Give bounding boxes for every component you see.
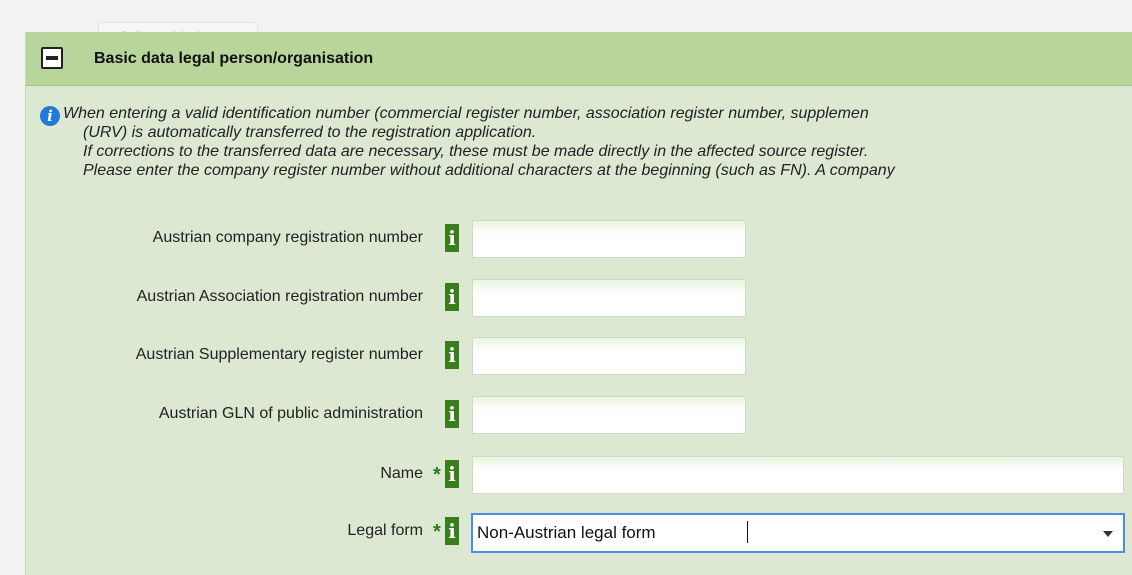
- legal-form-label: Legal form: [347, 522, 423, 539]
- row-supplementary-register: Austrian Supplementary register number i: [26, 337, 1132, 375]
- notice-line-2: (URV) is automatically transferred to th…: [83, 124, 537, 141]
- info-icon[interactable]: i: [445, 400, 459, 428]
- supplementary-register-input[interactable]: [472, 337, 746, 375]
- notice-line-4: Please enter the company register number…: [83, 162, 895, 179]
- company-registration-label: Austrian company registration number: [152, 229, 423, 246]
- row-gln: Austrian GLN of public administration i: [26, 396, 1132, 434]
- name-input[interactable]: [472, 456, 1124, 494]
- info-notice: When entering a valid identification num…: [63, 104, 1132, 180]
- info-circle-icon: i: [40, 106, 60, 126]
- row-company-registration: Austrian company registration number i: [26, 220, 1132, 258]
- required-asterisk: *: [433, 521, 441, 543]
- minus-icon: [46, 56, 58, 60]
- legal-form-value: Non-Austrian legal form: [477, 523, 656, 542]
- row-name: Name * i: [26, 456, 1132, 494]
- row-association-registration: Austrian Association registration number…: [26, 279, 1132, 317]
- info-icon[interactable]: i: [445, 460, 459, 488]
- info-icon[interactable]: i: [445, 224, 459, 252]
- section-title: Basic data legal person/organisation: [94, 50, 374, 67]
- association-registration-label: Austrian Association registration number: [136, 288, 423, 305]
- info-icon[interactable]: i: [445, 517, 459, 545]
- text-caret: [747, 521, 748, 543]
- info-icon[interactable]: i: [445, 341, 459, 369]
- legal-form-select[interactable]: Non-Austrian legal form: [471, 513, 1125, 553]
- basic-data-panel: Basic data legal person/organisation i W…: [25, 32, 1132, 575]
- notice-line-3: If corrections to the transferred data a…: [83, 143, 869, 160]
- info-icon[interactable]: i: [445, 283, 459, 311]
- company-registration-input[interactable]: [472, 220, 746, 258]
- chevron-down-icon[interactable]: [1103, 531, 1113, 537]
- collapse-toggle-button[interactable]: [41, 47, 63, 69]
- supplementary-register-label: Austrian Supplementary register number: [135, 346, 423, 363]
- required-asterisk: *: [433, 464, 441, 486]
- gln-label: Austrian GLN of public administration: [158, 405, 423, 422]
- association-registration-input[interactable]: [472, 279, 746, 317]
- gln-input[interactable]: [472, 396, 746, 434]
- row-legal-form: Legal form * i Non-Austrian legal form: [26, 513, 1132, 553]
- name-label: Name: [380, 465, 423, 482]
- notice-line-1: When entering a valid identification num…: [63, 105, 869, 122]
- panel-header: Basic data legal person/organisation: [26, 32, 1132, 86]
